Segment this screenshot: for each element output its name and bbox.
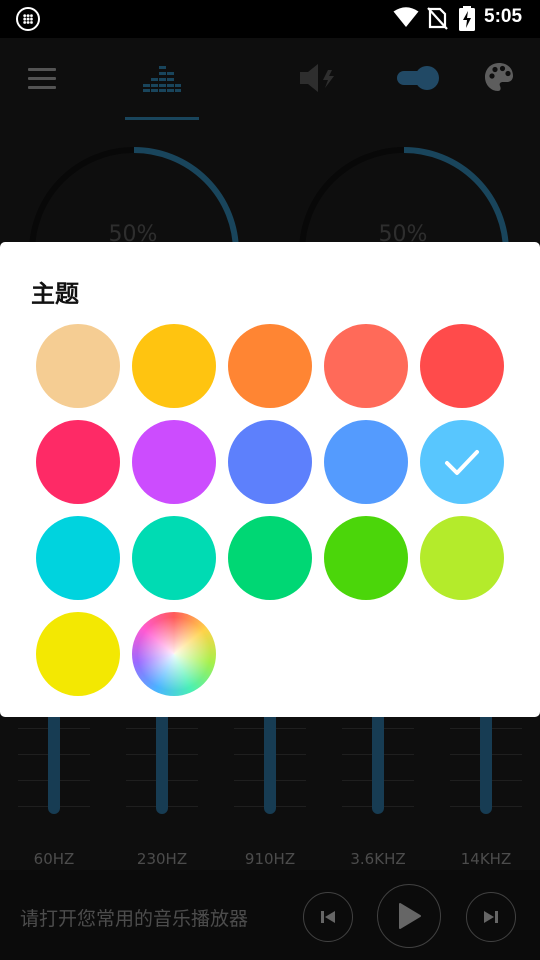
color-swatch[interactable] bbox=[228, 420, 312, 504]
custom-color-wheel-swatch[interactable] bbox=[132, 612, 216, 696]
color-swatch[interactable] bbox=[420, 324, 504, 408]
color-swatch[interactable] bbox=[420, 516, 504, 600]
color-swatch[interactable] bbox=[132, 516, 216, 600]
color-swatch[interactable] bbox=[420, 420, 504, 504]
wifi-icon bbox=[393, 7, 419, 27]
app-notification-icon bbox=[16, 7, 40, 31]
color-swatch[interactable] bbox=[36, 516, 120, 600]
color-swatch[interactable] bbox=[36, 324, 120, 408]
color-swatch[interactable] bbox=[132, 324, 216, 408]
no-sim-icon bbox=[427, 7, 448, 30]
battery-charging-icon bbox=[459, 6, 475, 31]
check-icon bbox=[445, 450, 479, 475]
status-time: 5:05 bbox=[484, 6, 523, 27]
dialog-title: 主题 bbox=[31, 280, 79, 308]
theme-dialog: 主题 bbox=[0, 242, 540, 717]
status-bar: 5:05 bbox=[0, 0, 540, 38]
color-swatch[interactable] bbox=[324, 516, 408, 600]
color-swatch[interactable] bbox=[36, 612, 120, 696]
color-swatch[interactable] bbox=[324, 420, 408, 504]
color-swatch[interactable] bbox=[228, 324, 312, 408]
color-swatch[interactable] bbox=[36, 420, 120, 504]
color-swatch[interactable] bbox=[132, 420, 216, 504]
color-swatch[interactable] bbox=[228, 516, 312, 600]
color-swatch[interactable] bbox=[324, 324, 408, 408]
